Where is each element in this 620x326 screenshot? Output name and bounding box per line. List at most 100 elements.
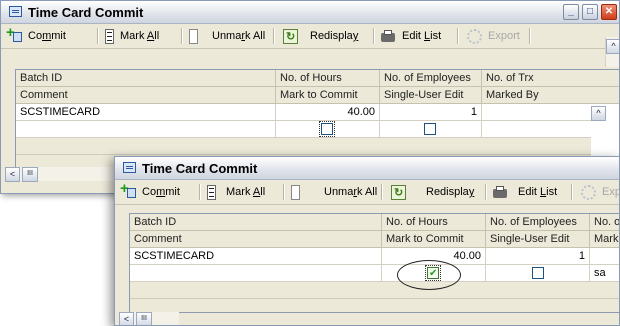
toolbar-separator [373, 28, 375, 44]
header-marked-by: Marke [590, 231, 619, 248]
scroll-left-arrow[interactable]: < [119, 312, 134, 325]
commit-hotkey: m [156, 186, 166, 198]
export-icon [467, 28, 482, 44]
toolbar: Commit Mark All Unmark All Redisplay Edi… [115, 180, 619, 205]
cell-single-user-edit [486, 265, 590, 282]
unmark-all-button[interactable]: Unmark All [189, 28, 265, 44]
scroll-up-arrow[interactable]: ^ [606, 39, 619, 54]
scroll-thumb[interactable]: III [22, 167, 38, 182]
commit-label: Co [28, 30, 43, 42]
commit-label: Co [142, 186, 157, 198]
commit-icon [120, 181, 136, 199]
header-mark-to-commit: Mark to Commit [382, 231, 486, 248]
toolbar-separator [529, 28, 531, 44]
mark-all-icon [207, 184, 216, 200]
close-button[interactable]: ✕ [601, 4, 617, 20]
window-app-icon [123, 162, 136, 173]
header-mark-to-commit: Mark to Commit [276, 87, 380, 104]
commit-grid: Batch ID No. of Hours No. of Employees N… [129, 213, 619, 313]
toolbar-separator [381, 184, 383, 200]
window-app-icon [9, 6, 22, 17]
toolbar-separator [97, 28, 99, 44]
cell-single-user-edit [380, 121, 482, 138]
mark-all-button[interactable]: Mark All [105, 28, 159, 44]
cell-marked-by [482, 121, 606, 138]
edit-list-button[interactable]: Edit List [381, 28, 441, 44]
header-comment: Comment [16, 87, 276, 104]
redisplay-icon [283, 28, 298, 45]
toolbar: Commit Mark All Unmark All Redisplay Edi… [1, 24, 619, 49]
window-title: Time Card Commit [28, 5, 144, 20]
commit-grid: Batch ID No. of Hours No. of Employees N… [15, 69, 619, 169]
horizontal-scrollbar[interactable]: < III [5, 167, 115, 182]
unmark-all-button[interactable]: Unmark All [291, 184, 377, 200]
window-title: Time Card Commit [142, 161, 258, 176]
edit-list-icon [493, 185, 508, 199]
title-bar: Time Card Commit [115, 157, 619, 180]
commit-button[interactable]: Commit [6, 25, 66, 44]
mark-to-commit-checkbox[interactable] [319, 121, 335, 137]
cell-marked-by: sa [590, 265, 619, 282]
header-no-of-employees: No. of Employees [486, 214, 590, 231]
redisplay-button[interactable]: Redisplay [391, 184, 475, 201]
cell-no-of-hours: 40.00 [276, 104, 380, 121]
unmark-all-label: Unma [324, 186, 354, 198]
edit-list-button[interactable]: Edit List [493, 184, 557, 200]
cell-comment[interactable] [16, 121, 276, 138]
edit-list-label: Edit [402, 30, 425, 42]
header-comment: Comment [130, 231, 382, 248]
mark-all-icon [105, 28, 114, 44]
edit-list-icon [381, 29, 396, 43]
export-button[interactable]: Expo [581, 184, 619, 200]
scroll-left-arrow[interactable]: < [5, 167, 20, 182]
redisplay-button[interactable]: Redisplay [283, 28, 358, 45]
single-user-edit-checkbox[interactable] [532, 267, 544, 279]
highlight-ellipse [397, 260, 461, 290]
horizontal-scrollbar[interactable]: < III [119, 312, 179, 325]
empty-row [130, 299, 619, 312]
redisplay-hotkey: y [468, 186, 475, 198]
toolbar-separator [283, 184, 285, 200]
cell-no-of-trx [590, 248, 619, 265]
cell-no-of-employees: 1 [486, 248, 590, 265]
mark-all-label-rest: ll [154, 30, 160, 42]
toolbar-separator [181, 28, 183, 44]
header-no-of-trx: No. of [590, 214, 619, 231]
empty-row [16, 138, 606, 155]
edit-list-label: Edit [518, 186, 541, 198]
toolbar-vertical-scrollbar[interactable]: ^ [605, 37, 619, 67]
redisplay-icon [391, 184, 406, 201]
export-button[interactable]: Export [467, 28, 520, 44]
commit-label-rest: mit [51, 30, 66, 42]
grid-scroll-up-arrow[interactable]: ^ [591, 106, 606, 121]
minimize-button[interactable]: _ [563, 4, 579, 20]
cell-batch-id[interactable]: SCSTIMECARD [16, 104, 276, 121]
mark-all-label-rest: ll [260, 186, 266, 198]
cell-no-of-employees: 1 [380, 104, 482, 121]
cell-comment[interactable] [130, 265, 382, 282]
scroll-thumb[interactable]: III [136, 312, 152, 325]
edit-list-label-rest: ist [546, 186, 558, 198]
mark-all-button[interactable]: Mark All [207, 184, 265, 200]
cell-no-of-trx: 9 [482, 104, 606, 121]
header-no-of-employees: No. of Employees [380, 70, 482, 87]
unmark-all-label-rest: k All [245, 30, 266, 42]
commit-label-rest: mit [165, 186, 180, 198]
toolbar-separator [199, 184, 201, 200]
maximize-button[interactable]: □ [582, 4, 598, 20]
header-no-of-trx: No. of Trx [482, 70, 619, 87]
grid-vertical-scrollbar[interactable]: ^ [591, 104, 607, 164]
commit-button[interactable]: Commit [120, 181, 180, 200]
mark-all-label: Mark [120, 30, 147, 42]
cell-batch-id[interactable]: SCSTIMECARD [130, 248, 382, 265]
mark-all-label: Mark [226, 186, 253, 198]
header-single-user-edit: Single-User Edit [380, 87, 482, 104]
redisplay-label: Redispla [426, 186, 469, 198]
header-batch-id: Batch ID [16, 70, 276, 87]
empty-row [130, 282, 619, 299]
unmark-all-label-rest: k All [357, 186, 378, 198]
single-user-edit-checkbox[interactable] [424, 123, 436, 135]
unmark-all-icon [189, 28, 198, 44]
commit-icon [6, 25, 22, 43]
toolbar-separator [457, 28, 459, 44]
